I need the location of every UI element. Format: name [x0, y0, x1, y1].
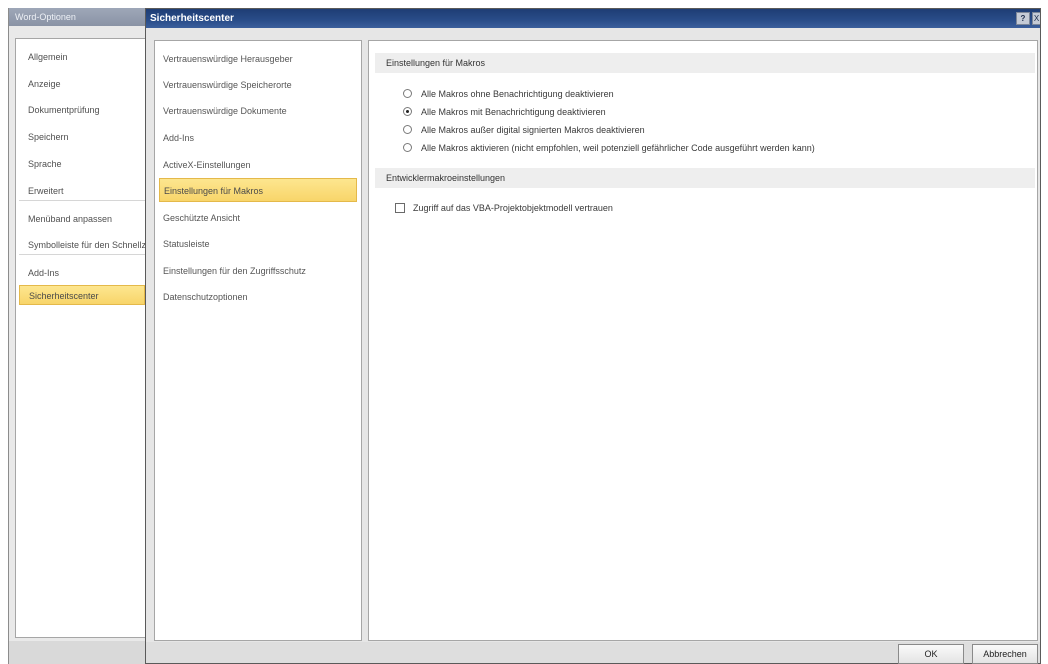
word-options-nav-anzeige[interactable]: Anzeige [19, 74, 145, 94]
help-icon[interactable]: ? [1016, 12, 1030, 25]
radio-label: Alle Makros mit Benachrichtigung deaktiv… [421, 107, 606, 117]
nav-item-addins[interactable]: Add-Ins [159, 126, 357, 150]
macro-settings-panel: Einstellungen für Makros Alle Makros ohn… [368, 40, 1038, 641]
word-options-nav-addins[interactable]: Add-Ins [19, 263, 145, 283]
dialog-title: Sicherheitscenter [150, 13, 234, 24]
screen: Word-Optionen Allgemein Anzeige Dokument… [0, 0, 1048, 664]
dialog-footer: OK Abbrechen [146, 642, 1040, 664]
trust-center-nav: Vertrauenswürdige Herausgeber Vertrauens… [154, 40, 362, 641]
nav-item-activex[interactable]: ActiveX-Einstellungen [159, 153, 357, 177]
macro-section-header: Einstellungen für Makros [375, 53, 1035, 73]
nav-item-privacy[interactable]: Datenschutzoptionen [159, 285, 357, 309]
word-options-nav-erweitert[interactable]: Erweitert [19, 181, 145, 201]
cancel-button[interactable]: Abbrechen [972, 644, 1038, 664]
word-options-window: Word-Optionen Allgemein Anzeige Dokument… [8, 8, 146, 664]
checkbox-label: Zugriff auf das VBA-Projektobjektmodell … [413, 203, 613, 213]
word-options-nav-dokumentpruefung[interactable]: Dokumentprüfung [19, 100, 145, 120]
word-options-title: Word-Optionen [9, 8, 146, 26]
nav-item-trusted-publishers[interactable]: Vertrauenswürdige Herausgeber [159, 47, 357, 71]
radio-button-checked[interactable] [403, 107, 412, 116]
ok-button[interactable]: OK [898, 644, 964, 664]
radio-button[interactable] [403, 125, 412, 134]
radio-label: Alle Makros ohne Benachrichtigung deakti… [421, 89, 614, 99]
nav-item-message-bar[interactable]: Statusleiste [159, 232, 357, 256]
radio-label: Alle Makros außer digital signierten Mak… [421, 125, 645, 135]
radio-button[interactable] [403, 89, 412, 98]
close-icon[interactable]: X [1032, 12, 1040, 25]
nav-item-file-block[interactable]: Einstellungen für den Zugriffsschutz [159, 259, 357, 283]
dialog-titlebar: Sicherheitscenter [146, 9, 1040, 28]
nav-item-macro-settings[interactable]: Einstellungen für Makros [159, 178, 357, 202]
word-options-nav-symbolleiste[interactable]: Symbolleiste für den Schnellzugriff [19, 235, 145, 255]
word-options-nav-speichern[interactable]: Speichern [19, 127, 145, 147]
word-options-nav: Allgemein Anzeige Dokumentprüfung Speich… [15, 38, 146, 638]
word-options-nav-sicherheitscenter[interactable]: Sicherheitscenter [19, 285, 145, 305]
nav-item-trusted-locations[interactable]: Vertrauenswürdige Speicherorte [159, 73, 357, 97]
trust-center-dialog: Sicherheitscenter ? X Vertrauenswürdige … [145, 8, 1041, 664]
word-options-nav-sprache[interactable]: Sprache [19, 154, 145, 174]
word-options-nav-menueband[interactable]: Menüband anpassen [19, 209, 145, 229]
nav-item-protected-view[interactable]: Geschützte Ansicht [159, 206, 357, 230]
checkbox[interactable] [395, 203, 405, 213]
nav-item-trusted-documents[interactable]: Vertrauenswürdige Dokumente [159, 99, 357, 123]
developer-section-header: Entwicklermakroeinstellungen [375, 168, 1035, 188]
word-options-nav-allgemein[interactable]: Allgemein [19, 47, 145, 67]
radio-button[interactable] [403, 143, 412, 152]
word-options-footer [9, 641, 146, 664]
radio-label: Alle Makros aktivieren (nicht empfohlen,… [421, 143, 815, 153]
